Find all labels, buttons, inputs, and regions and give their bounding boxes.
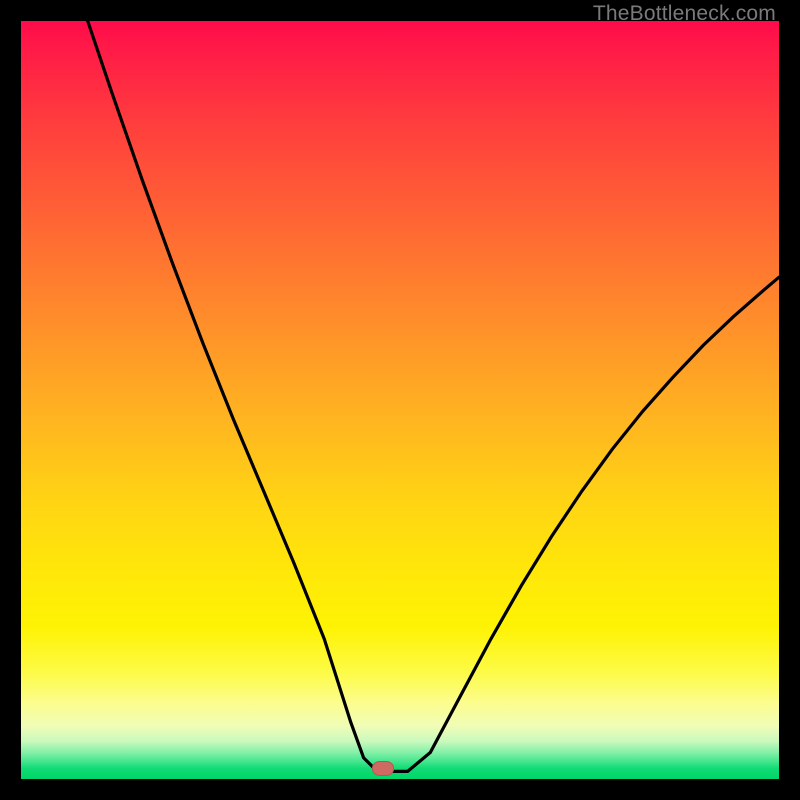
chart-frame: TheBottleneck.com xyxy=(0,0,800,800)
watermark-text: TheBottleneck.com xyxy=(593,2,776,26)
plot-area xyxy=(21,21,779,779)
bottleneck-marker xyxy=(372,761,394,776)
